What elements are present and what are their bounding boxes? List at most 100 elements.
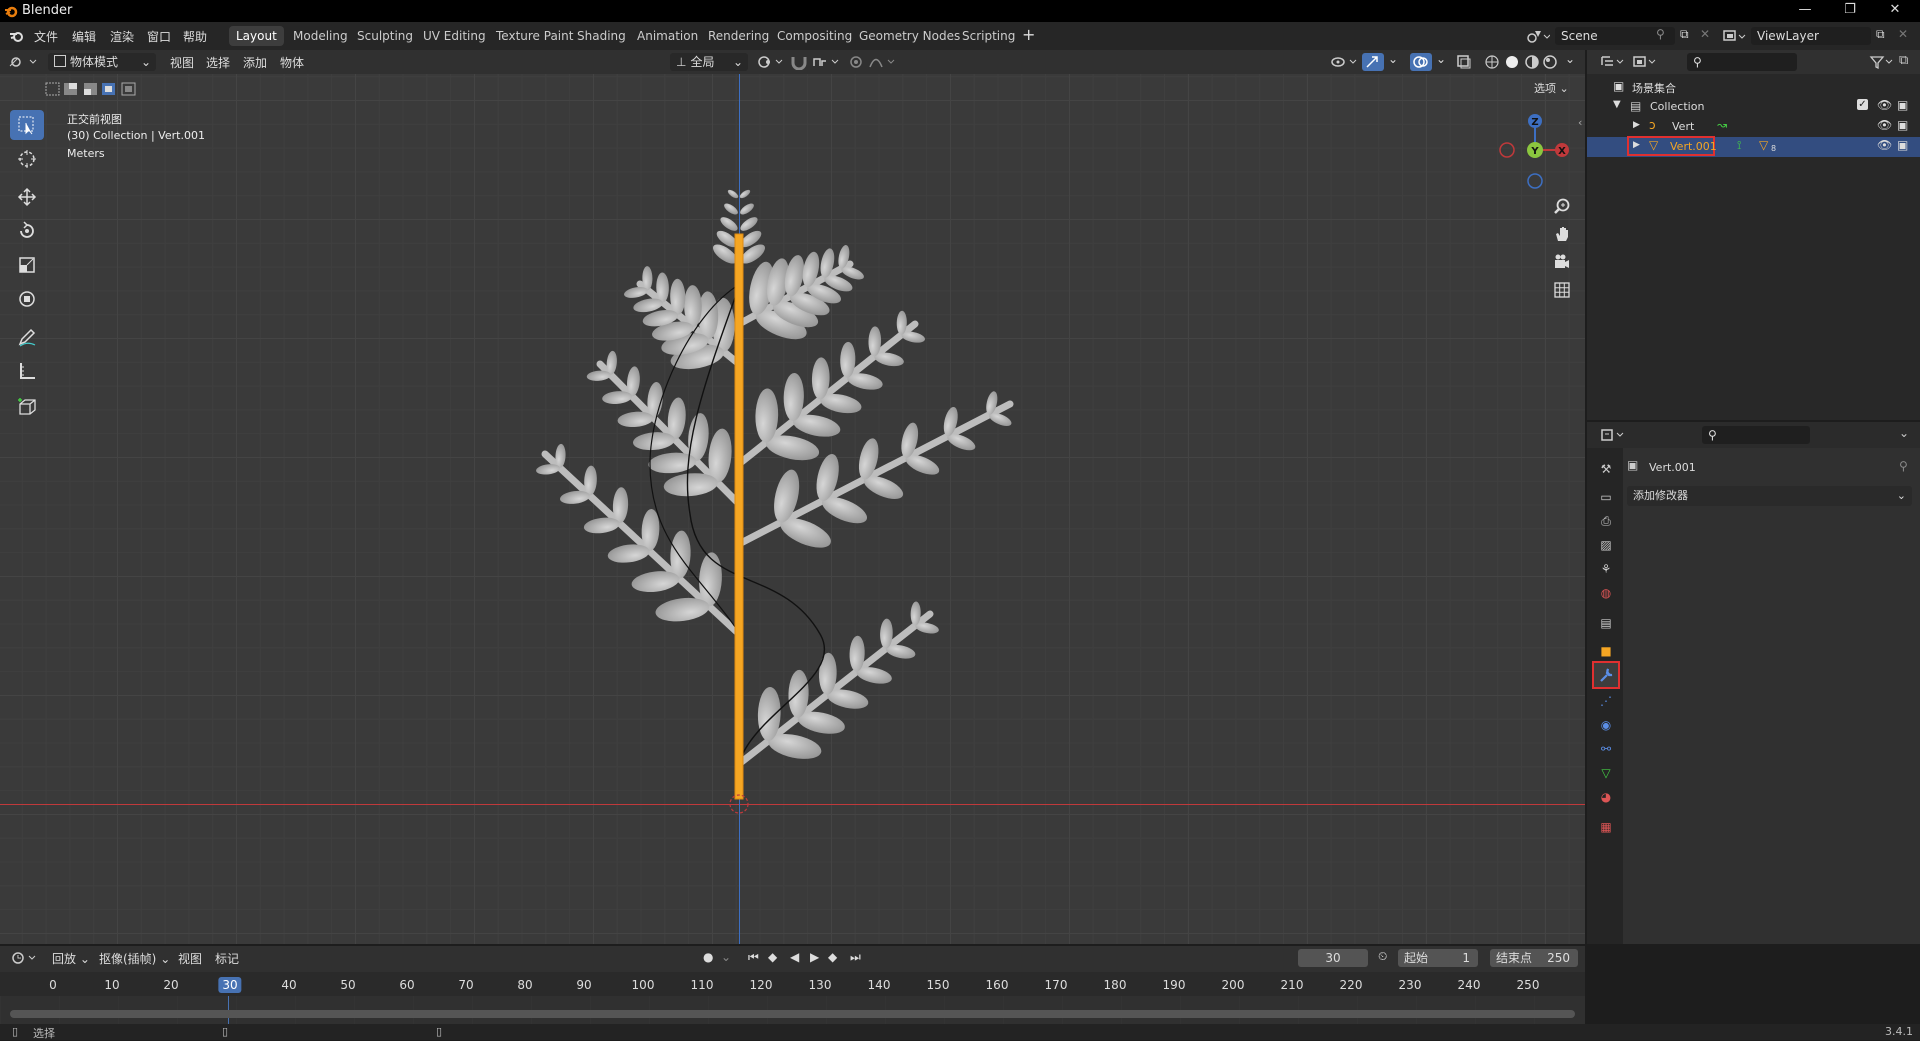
timeline-menu-playback[interactable]: 回放 ⌄ [52, 950, 90, 967]
tab-particles[interactable]: ⋰ [1593, 688, 1619, 714]
eye-icon[interactable]: 👁 [1877, 138, 1892, 152]
properties-editor-type-icon[interactable] [1600, 427, 1626, 443]
modifier-constraint-icon[interactable]: ⟟ [1737, 138, 1741, 153]
shading-mode-icons[interactable] [1484, 54, 1564, 70]
falloff-curve-icon[interactable] [868, 54, 896, 70]
blender-menu-icon[interactable] [9, 29, 25, 43]
gizmo-toggle-button[interactable] [1362, 53, 1384, 71]
tab-texture[interactable]: ▦ [1593, 814, 1619, 840]
tab-uv-editing[interactable]: UV Editing [416, 26, 493, 46]
viewport-menu-select[interactable]: 选择 [206, 54, 230, 71]
timeline-menu-keying[interactable]: 抠像(插帧) ⌄ [99, 950, 170, 967]
menu-file[interactable]: 文件 [34, 28, 58, 45]
outliner-search-input[interactable]: ⚲ [1687, 53, 1797, 71]
current-frame-field[interactable]: 30 [1298, 949, 1368, 967]
end-frame-field[interactable]: 结束点 250 [1490, 949, 1578, 967]
transform-orientation-selector[interactable]: ⊥ 全局 ⌄ [670, 53, 748, 71]
new-collection-icon[interactable]: ⧉ [1899, 53, 1908, 68]
next-keyframe-icon[interactable]: ◆ [828, 950, 837, 964]
menu-help[interactable]: 帮助 [183, 28, 207, 45]
tab-shading[interactable]: Shading [570, 26, 633, 46]
new-view-layer-icon[interactable]: ⧉ [1876, 27, 1885, 42]
pivot-point-icon[interactable] [756, 54, 784, 70]
viewport-menu-view[interactable]: 视图 [170, 54, 194, 71]
outliner-row-vert[interactable]: ▶ ↄ Vert ↝ 👁 ▣ [1587, 117, 1920, 137]
tab-modifier[interactable] [1592, 661, 1620, 689]
outliner-row-scene-collection[interactable]: ▣ 场景集合 [1587, 77, 1920, 97]
scene-selector-icon[interactable] [1526, 28, 1550, 44]
jump-end-icon[interactable]: ⏭ [850, 950, 861, 965]
chevron-down-icon[interactable]: ⌄ [1436, 52, 1446, 66]
render-camera-icon[interactable]: ▣ [1897, 138, 1908, 152]
tab-geometry-nodes[interactable]: Geometry Nodes [852, 26, 967, 46]
delete-view-layer-icon[interactable]: ✕ [1898, 27, 1908, 41]
tab-collection[interactable]: ▤ [1593, 610, 1619, 636]
minimize-button[interactable]: — [1785, 2, 1825, 17]
prev-keyframe-icon[interactable]: ◆ [768, 950, 777, 964]
menu-window[interactable]: 窗口 [147, 28, 171, 45]
tab-render[interactable]: ▭ [1593, 484, 1619, 510]
expand-arrow-icon[interactable]: ▶ [1633, 120, 1640, 130]
tab-scripting[interactable]: Scripting [955, 26, 1022, 46]
visibility-eye-icon[interactable] [1330, 54, 1358, 70]
3d-viewport[interactable]: 正交前视图 (30) Collection | Vert.001 Meters … [0, 74, 1585, 944]
render-camera-icon[interactable]: ▣ [1897, 118, 1908, 132]
tab-view-layer[interactable]: ▨ [1593, 532, 1619, 558]
view-layer-field[interactable]: ViewLayer [1751, 27, 1871, 45]
expand-arrow-icon[interactable]: ▶ [1633, 140, 1640, 150]
collection-checkbox[interactable]: ✓ [1857, 99, 1868, 110]
tab-scene[interactable]: ⚘ [1593, 556, 1619, 582]
close-window-button[interactable]: ✕ [1875, 2, 1915, 17]
snap-target-icon[interactable] [812, 54, 840, 70]
expand-arrow-icon[interactable]: ▼ [1613, 99, 1621, 110]
tab-compositing[interactable]: Compositing [770, 26, 859, 46]
snap-magnet-icon[interactable] [790, 54, 808, 70]
selected-trunk[interactable] [734, 233, 744, 800]
auto-keying-record-icon[interactable]: ● [703, 950, 713, 964]
eye-icon[interactable]: 👁 [1877, 98, 1892, 112]
tab-animation[interactable]: Animation [630, 26, 705, 46]
play-icon[interactable]: ▶ [810, 950, 819, 964]
timeline-scrollbar[interactable] [10, 1010, 1575, 1018]
outliner-editor-type-icon[interactable] [1600, 54, 1626, 70]
curve-data-icon[interactable]: ↝ [1717, 118, 1727, 132]
tab-layout[interactable]: Layout [229, 26, 284, 46]
jump-start-icon[interactable]: ⏮ [748, 950, 759, 965]
editor-type-icon[interactable] [8, 54, 38, 70]
clock-icon[interactable]: ⏲ [1378, 949, 1387, 964]
filter-icon[interactable] [1869, 54, 1895, 70]
play-reverse-icon[interactable]: ◀ [790, 950, 799, 964]
tab-output[interactable]: ⎙ [1593, 508, 1619, 534]
tab-tool[interactable]: ⚒ [1593, 456, 1619, 482]
tab-material[interactable]: ◕ [1593, 784, 1619, 810]
mesh-data-icon[interactable]: ▽ [1759, 138, 1768, 152]
new-scene-icon[interactable]: ⧉ [1680, 27, 1689, 42]
tab-rendering[interactable]: Rendering [701, 26, 776, 46]
timeline-editor-type-icon[interactable] [10, 950, 38, 966]
viewport-menu-add[interactable]: 添加 [243, 54, 267, 71]
timeline-menu-marker[interactable]: 标记 [215, 950, 239, 967]
add-workspace-button[interactable]: + [1022, 25, 1035, 44]
tab-world[interactable]: ◍ [1593, 580, 1619, 606]
delete-scene-icon[interactable]: ✕ [1700, 27, 1710, 41]
tab-data[interactable]: ▽ [1593, 760, 1619, 786]
tab-texture-paint[interactable]: Texture Paint [489, 26, 580, 46]
outliner-row-vert-001[interactable]: ▶ ▽ Vert.001 ⟟ ▽ 8 👁 ▣ [1587, 136, 1920, 157]
restore-button[interactable]: ❐ [1830, 2, 1870, 17]
chevron-down-icon[interactable]: ⌄ [1388, 52, 1398, 66]
tree-model[interactable] [0, 74, 1585, 944]
chevron-down-icon[interactable]: ⌄ [1899, 426, 1909, 440]
pin-scene-icon[interactable]: ⚲ [1656, 27, 1665, 41]
mode-selector[interactable]: 物体模式 ⌄ [48, 53, 156, 71]
chevron-down-icon[interactable]: ⌄ [721, 950, 731, 964]
timeline-menu-view[interactable]: 视图 [178, 950, 202, 967]
properties-search-input[interactable]: ⚲ [1702, 426, 1810, 444]
add-modifier-dropdown[interactable]: 添加修改器 ⌄ [1627, 486, 1912, 506]
menu-render[interactable]: 渲染 [110, 28, 134, 45]
tab-modeling[interactable]: Modeling [286, 26, 355, 46]
pin-icon[interactable]: ⚲ [1899, 459, 1908, 473]
eye-icon[interactable]: 👁 [1877, 118, 1892, 132]
proportional-edit-icon[interactable] [848, 54, 864, 70]
menu-edit[interactable]: 编辑 [72, 28, 96, 45]
view-layer-icon[interactable] [1722, 28, 1746, 44]
